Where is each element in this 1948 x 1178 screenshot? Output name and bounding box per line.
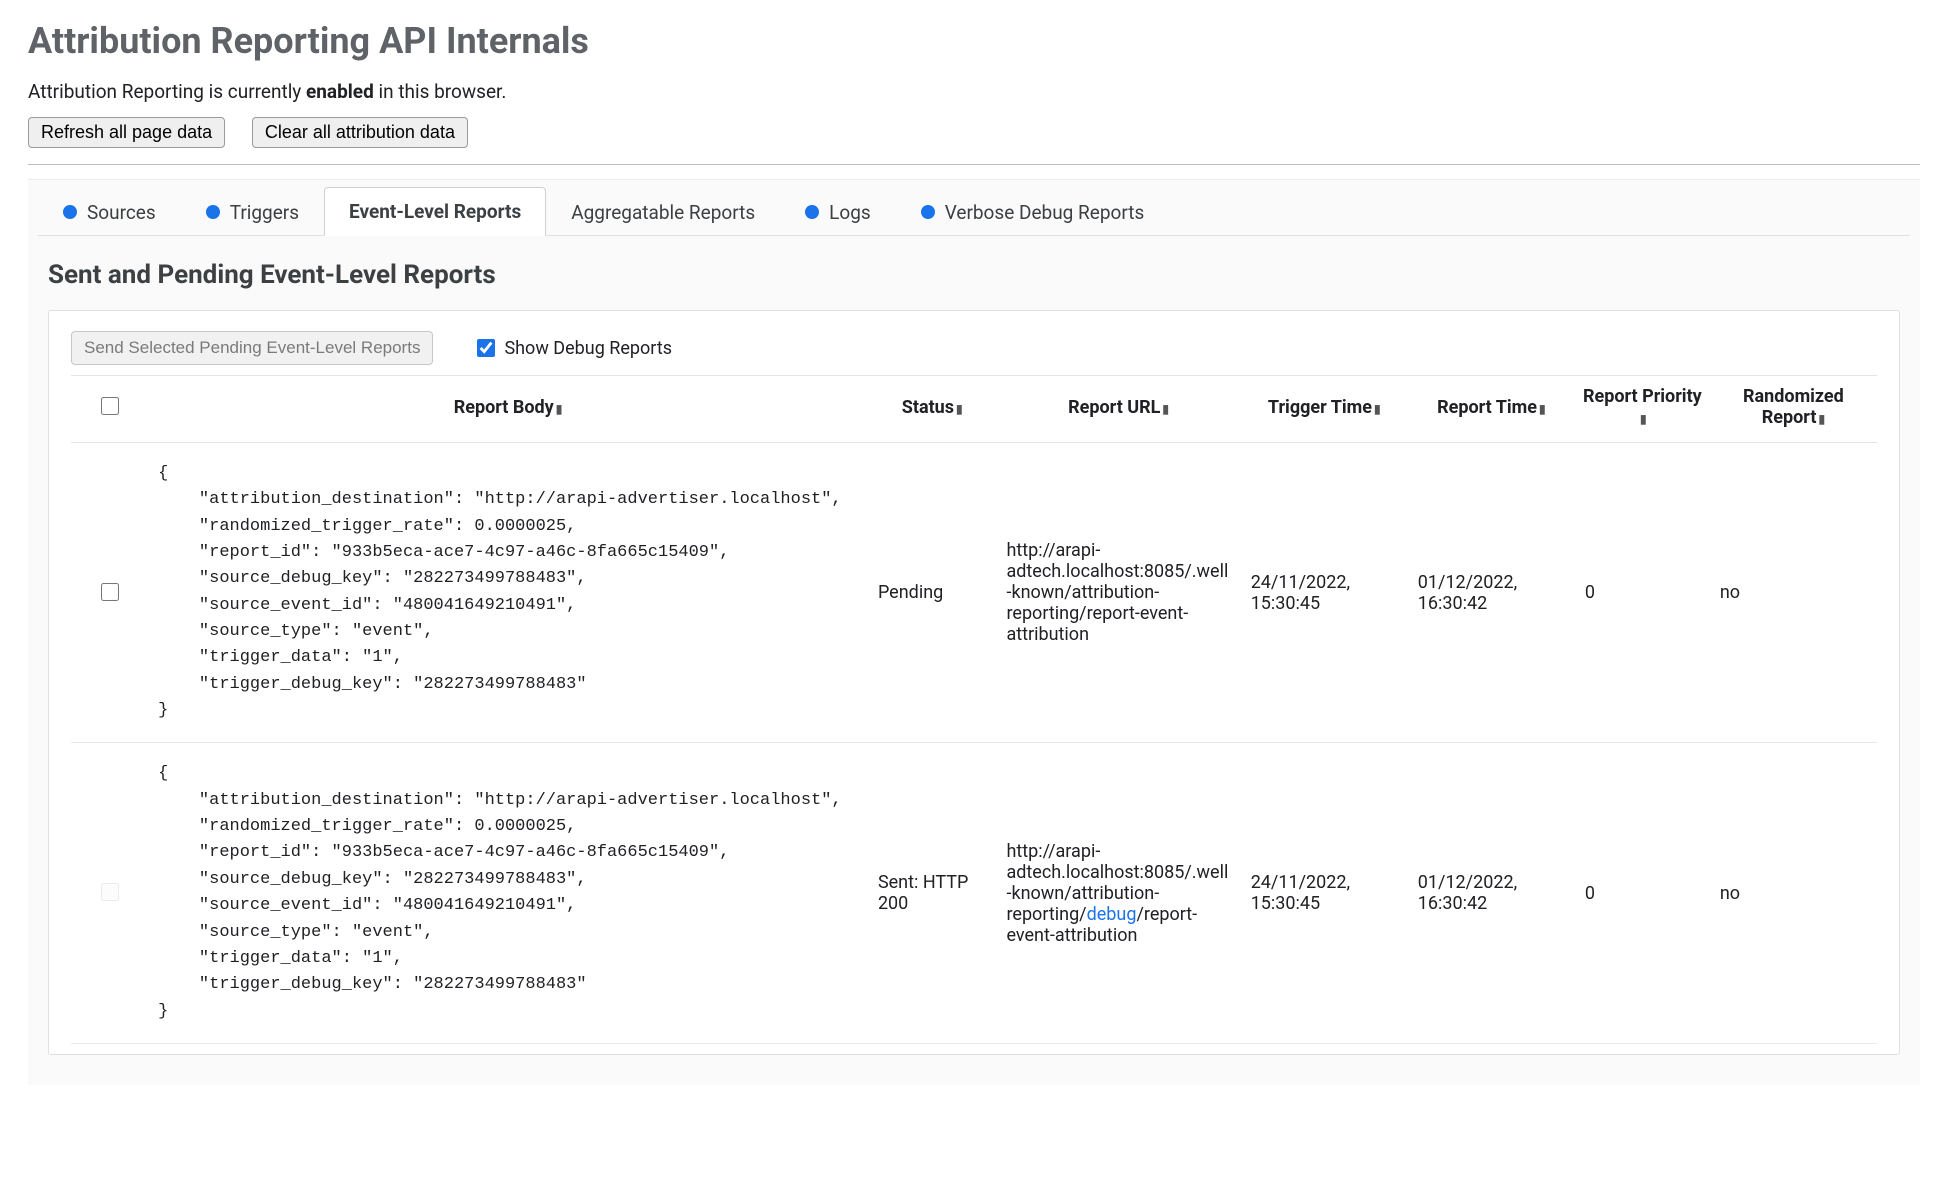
header-report-url[interactable]: Report URL▮ (996, 376, 1240, 443)
clear-button[interactable]: Clear all attribution data (252, 117, 468, 148)
show-debug-wrap[interactable]: Show Debug Reports (473, 336, 672, 360)
table-row: { "attribution_destination": "http://ara… (71, 443, 1877, 743)
priority-cell: 0 (1575, 443, 1710, 743)
report-url-cell: http://arapi-adtech.localhost:8085/.well… (996, 743, 1240, 1043)
header-trigger-time[interactable]: Trigger Time▮ (1241, 376, 1408, 443)
tab-verbose-debug-reports[interactable]: Verbose Debug Reports (896, 187, 1170, 236)
header-status-label: Status (902, 397, 954, 418)
tab-label: Sources (87, 201, 156, 224)
status-line: Attribution Reporting is currently enabl… (28, 80, 1920, 103)
header-status[interactable]: Status▮ (868, 376, 997, 443)
header-priority[interactable]: Report Priority▮ (1575, 376, 1710, 443)
table-header-row: Report Body▮ Status▮ Report URL▮ Trigger… (71, 376, 1877, 443)
tab-aggregatable-reports[interactable]: Aggregatable Reports (546, 187, 780, 236)
tab-dot-icon (805, 205, 819, 219)
header-select-all (71, 376, 148, 443)
tab-label: Verbose Debug Reports (945, 201, 1145, 224)
header-randomized[interactable]: Randomized Report▮ (1710, 376, 1877, 443)
tab-event-level-reports[interactable]: Event-Level Reports (324, 187, 546, 236)
status-enabled: enabled (306, 80, 374, 103)
trigger-time-cell: 24/11/2022, 15:30:45 (1241, 443, 1408, 743)
tab-sources[interactable]: Sources (38, 187, 181, 236)
reports-table: Report Body▮ Status▮ Report URL▮ Trigger… (71, 375, 1877, 1044)
select-all-checkbox[interactable] (101, 397, 119, 415)
tab-logs[interactable]: Logs (780, 187, 896, 236)
header-randomized-label: Randomized Report (1743, 386, 1844, 428)
header-priority-label: Report Priority (1583, 386, 1702, 407)
controls-row: Send Selected Pending Event-Level Report… (71, 331, 1877, 365)
trigger-time-cell: 24/11/2022, 15:30:45 (1241, 743, 1408, 1043)
tab-label: Triggers (230, 201, 299, 224)
url-text: http://arapi-adtech.localhost:8085/.well… (1006, 540, 1228, 645)
status-cell: Pending (868, 443, 997, 743)
status-cell: Sent: HTTP 200 (868, 743, 997, 1043)
header-report-body-label: Report Body (454, 397, 554, 418)
divider (28, 164, 1920, 165)
header-report-time[interactable]: Report Time▮ (1408, 376, 1575, 443)
status-suffix: in this browser. (374, 80, 507, 103)
header-report-body[interactable]: Report Body▮ (148, 376, 868, 443)
tab-label: Event-Level Reports (349, 200, 521, 223)
priority-cell: 0 (1575, 743, 1710, 1043)
header-trigger-time-label: Trigger Time (1268, 397, 1372, 418)
randomized-cell: no (1710, 743, 1877, 1043)
show-debug-label: Show Debug Reports (504, 338, 672, 359)
refresh-button[interactable]: Refresh all page data (28, 117, 225, 148)
report-body-json: { "attribution_destination": "http://ara… (158, 461, 858, 724)
tabs: Sources Triggers Event-Level Reports Aggreg… (38, 180, 1910, 236)
row-select-checkbox (101, 883, 119, 901)
tab-dot-icon (63, 205, 77, 219)
tab-dot-icon (206, 205, 220, 219)
section-title: Sent and Pending Event-Level Reports (48, 260, 1910, 290)
header-report-url-label: Report URL (1068, 397, 1160, 418)
page-title: Attribution Reporting API Internals (28, 20, 1920, 62)
status-prefix: Attribution Reporting is currently (28, 80, 306, 103)
report-url-cell: http://arapi-adtech.localhost:8085/.well… (996, 443, 1240, 743)
randomized-cell: no (1710, 443, 1877, 743)
url-debug-segment: debug (1087, 904, 1137, 925)
report-body-json: { "attribution_destination": "http://ara… (158, 761, 858, 1024)
tab-dot-icon (921, 205, 935, 219)
tab-label: Aggregatable Reports (571, 201, 755, 224)
tab-triggers[interactable]: Triggers (181, 187, 324, 236)
send-selected-button[interactable]: Send Selected Pending Event-Level Report… (71, 331, 433, 365)
row-select-checkbox[interactable] (101, 583, 119, 601)
reports-panel: Send Selected Pending Event-Level Report… (48, 310, 1900, 1055)
show-debug-checkbox[interactable] (477, 339, 495, 357)
report-time-cell: 01/12/2022, 16:30:42 (1408, 743, 1575, 1043)
tab-label: Logs (829, 201, 871, 224)
table-row: { "attribution_destination": "http://ara… (71, 743, 1877, 1043)
header-report-time-label: Report Time (1437, 397, 1537, 418)
report-time-cell: 01/12/2022, 16:30:42 (1408, 443, 1575, 743)
tab-area: Sources Triggers Event-Level Reports Aggreg… (28, 179, 1920, 1085)
